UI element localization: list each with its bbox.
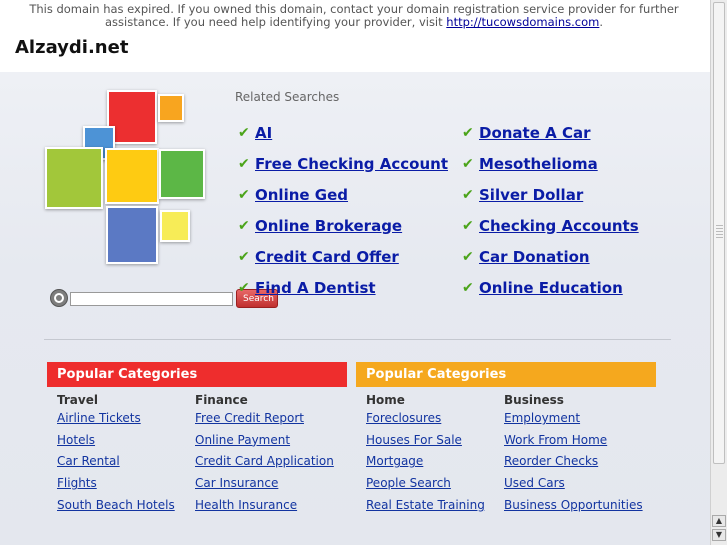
category-link[interactable]: Airline Tickets	[57, 408, 195, 430]
scroll-down-button[interactable]: ▼	[712, 529, 726, 541]
scrollbar-thumb[interactable]	[713, 2, 725, 464]
checkmark-icon: ✔	[462, 248, 474, 265]
checkmark-icon: ✔	[462, 186, 474, 203]
related-link[interactable]: Online Ged	[255, 186, 348, 204]
checkmark-icon: ✔	[238, 217, 250, 234]
related-link[interactable]: Car Donation	[479, 248, 590, 266]
related-link-row: ✔ Donate A Car	[462, 117, 639, 148]
scroll-up-button[interactable]: ▲	[712, 515, 726, 527]
category-link[interactable]: Online Payment	[195, 430, 347, 452]
category-link[interactable]: Car Insurance	[195, 473, 347, 495]
category-title: Travel	[57, 393, 98, 407]
related-link-row: ✔ Online Education	[462, 272, 639, 303]
vertical-scrollbar[interactable]: ▲ ▼	[710, 0, 727, 545]
related-searches-title: Related Searches	[235, 90, 340, 104]
popular-categories-box-2: Popular Categories Home Foreclosures Hou…	[356, 362, 656, 517]
category-link[interactable]: Credit Card Application	[195, 451, 347, 473]
related-link-row: ✔ AI	[238, 117, 448, 148]
related-link[interactable]: Donate A Car	[479, 124, 590, 142]
category-column-finance: Finance Free Credit Report Online Paymen…	[195, 393, 347, 517]
related-link[interactable]: Online Brokerage	[255, 217, 402, 235]
category-link[interactable]: Mortgage	[366, 451, 504, 473]
category-link[interactable]: Free Credit Report	[195, 408, 347, 430]
related-link[interactable]: Credit Card Offer	[255, 248, 399, 266]
category-link[interactable]: Employment	[504, 408, 654, 430]
related-link-row: ✔ Checking Accounts	[462, 210, 639, 241]
tucows-link[interactable]: http://tucowsdomains.com	[446, 15, 599, 29]
checkmark-icon: ✔	[462, 217, 474, 234]
checkmark-icon: ✔	[238, 279, 250, 296]
related-link-row: ✔ Silver Dollar	[462, 179, 639, 210]
related-link[interactable]: Free Checking Account	[255, 155, 448, 173]
logo-square-paleyellow	[160, 210, 190, 242]
related-link[interactable]: Mesothelioma	[479, 155, 598, 173]
popular-categories-box-1: Popular Categories Travel Airline Ticket…	[47, 362, 347, 517]
related-link-row: ✔ Online Brokerage	[238, 210, 448, 241]
search-icon	[50, 289, 68, 307]
related-link-row: ✔ Free Checking Account	[238, 148, 448, 179]
category-link[interactable]: Flights	[57, 473, 195, 495]
related-link[interactable]: AI	[255, 124, 272, 142]
site-logo	[40, 88, 210, 268]
checkmark-icon: ✔	[238, 124, 250, 141]
category-columns: Home Foreclosures Houses For Sale Mortga…	[356, 387, 656, 517]
related-link[interactable]: Checking Accounts	[479, 217, 639, 235]
scrollbar-grip-icon	[716, 225, 723, 239]
popular-categories-header: Popular Categories	[47, 362, 347, 387]
category-title: Finance	[195, 393, 248, 407]
category-link[interactable]: Foreclosures	[366, 408, 504, 430]
logo-square-orange	[158, 94, 184, 122]
category-link[interactable]: Reorder Checks	[504, 451, 654, 473]
category-link[interactable]: Work From Home	[504, 430, 654, 452]
notice-period: .	[599, 15, 604, 29]
category-link[interactable]: People Search	[366, 473, 504, 495]
category-title: Business	[504, 393, 564, 407]
related-link-row: ✔ Find A Dentist	[238, 272, 448, 303]
category-link[interactable]: South Beach Hotels	[57, 495, 195, 517]
category-link[interactable]: Houses For Sale	[366, 430, 504, 452]
related-link-row: ✔ Mesothelioma	[462, 148, 639, 179]
site-title: Alzaydi.net	[15, 37, 129, 58]
category-columns: Travel Airline Tickets Hotels Car Rental…	[47, 387, 347, 517]
section-divider	[44, 339, 671, 340]
category-link[interactable]: Hotels	[57, 430, 195, 452]
related-links-right: ✔ Donate A Car ✔ Mesothelioma ✔ Silver Doll…	[462, 117, 639, 303]
category-link[interactable]: Used Cars	[504, 473, 654, 495]
related-link[interactable]: Online Education	[479, 279, 623, 297]
category-link[interactable]: Health Insurance	[195, 495, 347, 517]
related-link-row: ✔ Credit Card Offer	[238, 241, 448, 272]
logo-square-lime	[45, 147, 103, 209]
checkmark-icon: ✔	[238, 186, 250, 203]
expired-notice-bar: This domain has expired. If you owned th…	[0, 0, 710, 72]
category-column-home: Home Foreclosures Houses For Sale Mortga…	[366, 393, 504, 517]
logo-square-yellow	[105, 148, 159, 204]
checkmark-icon: ✔	[238, 248, 250, 265]
category-column-business: Business Employment Work From Home Reord…	[504, 393, 654, 517]
category-column-travel: Travel Airline Tickets Hotels Car Rental…	[57, 393, 195, 517]
checkmark-icon: ✔	[462, 279, 474, 296]
logo-square-navy	[106, 206, 158, 264]
logo-square-green	[159, 149, 205, 199]
checkmark-icon: ✔	[462, 124, 474, 141]
search-input[interactable]	[70, 292, 233, 306]
related-link[interactable]: Silver Dollar	[479, 186, 583, 204]
expired-notice: This domain has expired. If you owned th…	[14, 3, 694, 29]
category-link[interactable]: Car Rental	[57, 451, 195, 473]
popular-categories-header: Popular Categories	[356, 362, 656, 387]
related-links-left: ✔ AI ✔ Free Checking Account ✔ Online Ged ✔…	[238, 117, 448, 303]
category-link[interactable]: Real Estate Training	[366, 495, 504, 517]
checkmark-icon: ✔	[462, 155, 474, 172]
search-bar: Search	[50, 289, 278, 309]
category-link[interactable]: Business Opportunities	[504, 495, 654, 517]
checkmark-icon: ✔	[238, 155, 250, 172]
related-link-row: ✔ Car Donation	[462, 241, 639, 272]
category-title: Home	[366, 393, 405, 407]
related-link[interactable]: Find A Dentist	[255, 279, 376, 297]
related-link-row: ✔ Online Ged	[238, 179, 448, 210]
